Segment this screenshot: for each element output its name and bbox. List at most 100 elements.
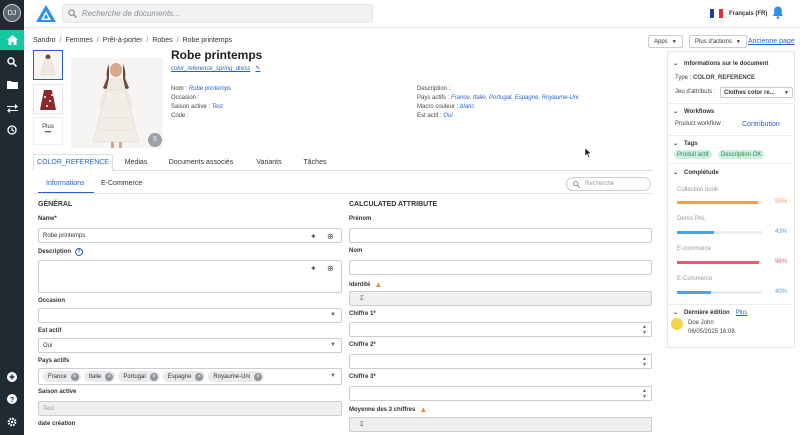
search-icon <box>68 9 77 18</box>
help-circle-icon[interactable]: ? <box>75 248 84 256</box>
workflow-value-link[interactable]: Contribution <box>742 121 780 128</box>
folder-icon[interactable] <box>0 74 24 94</box>
apps-button[interactable]: Apps ▼ <box>648 35 683 48</box>
tab-associated-documents[interactable]: Documents associés <box>159 154 243 171</box>
document-tabs: COLOR_REFERENCE Medias Documents associé… <box>33 154 653 171</box>
ai-sparkle-icon[interactable]: ✦ <box>310 264 317 273</box>
subtab-ecommerce[interactable]: E-Commerce <box>101 180 142 187</box>
last-edit-section-toggle[interactable]: ⌄ Dernière édition Plus <box>673 309 748 317</box>
type-row: Type : COLOR_REFERENCE <box>675 75 756 81</box>
tab-tasks[interactable]: Tâches <box>295 154 335 171</box>
remove-chip-icon[interactable]: × <box>254 372 263 381</box>
chevron-down-icon: ▼ <box>330 342 336 348</box>
lastname-label: Nom <box>349 248 363 254</box>
history-icon[interactable] <box>0 120 24 140</box>
completeness-section-toggle[interactable]: ⌄ Complétude <box>673 169 719 177</box>
remove-chip-icon[interactable]: × <box>195 372 204 381</box>
settings-gear-icon[interactable] <box>0 412 24 432</box>
editor-avatar <box>671 318 683 330</box>
number1-field[interactable]: ▲ ▼ <box>349 322 652 337</box>
workflows-section-toggle[interactable]: ⌄ Workflows <box>673 108 714 116</box>
completeness-percent: 95% <box>775 199 788 205</box>
field-search-input[interactable]: Recherche <box>566 177 651 191</box>
panel-divider <box>667 304 793 305</box>
breadcrumb: Sandro / Femmes / Prêt-à-porter / Robes / Robe p… <box>33 37 232 44</box>
search-icon[interactable] <box>0 52 24 72</box>
panel-divider <box>667 135 793 136</box>
globe-icon[interactable]: ⊕ <box>327 264 334 273</box>
tab-variants[interactable]: Variants <box>245 154 293 171</box>
old-page-link[interactable]: Ancienne page <box>748 38 795 45</box>
tag-badge: Description OK <box>718 150 765 159</box>
sigma-icon: Σ <box>360 295 364 302</box>
remove-chip-icon[interactable]: × <box>105 372 114 381</box>
tab-color-reference[interactable]: COLOR_REFERENCE <box>33 154 113 171</box>
number3-field[interactable]: ▲ ▼ <box>349 386 652 401</box>
ai-sparkle-icon[interactable]: ✦ <box>310 232 317 241</box>
home-icon[interactable] <box>0 30 24 50</box>
more-actions-button[interactable]: Plus d'actions ▼ <box>689 35 747 48</box>
occasion-select[interactable]: ▼ <box>38 308 342 323</box>
more-thumbnails-button[interactable]: Plus ••• <box>33 117 63 145</box>
chevron-down-icon: ▼ <box>735 38 741 45</box>
country-chip: Portugal × <box>118 371 160 382</box>
completeness-label: Démo PAL <box>677 216 706 222</box>
help-icon[interactable]: ? <box>0 389 24 409</box>
chevron-down-icon: ▼ <box>671 38 677 45</box>
meta-is-active: Est actif : Oui <box>417 113 453 119</box>
language-selector[interactable]: Français (FR) <box>710 9 767 18</box>
country-chip: Italie × <box>83 371 116 382</box>
identity-field: Σ <box>349 291 652 306</box>
workflow-label: Product workflow : <box>675 121 725 127</box>
number2-field[interactable]: ▲ ▼ <box>349 354 652 369</box>
countries-label: Pays actifs <box>38 358 70 364</box>
document-reference[interactable]: color_reference_spring_dress ✎ <box>171 65 260 72</box>
stepper-icon[interactable]: ▲ ▼ <box>642 356 647 368</box>
breadcrumb-item[interactable]: Femmes <box>66 37 93 44</box>
meta-active-countries: Pays actifs : France, Italie, Portugal, … <box>417 95 579 101</box>
app-logo-icon[interactable] <box>36 5 56 24</box>
notification-bell-icon[interactable] <box>772 6 784 21</box>
stepper-icon[interactable]: ▲ ▼ <box>642 324 647 336</box>
number3-label: Chiffre 3* <box>349 374 376 380</box>
tags-section-toggle[interactable]: ⌄ Tags <box>673 140 698 148</box>
completeness-label: E-Commerce <box>677 276 713 282</box>
tab-medias[interactable]: Medias <box>115 154 157 171</box>
meta-macro-color: Macro couleur : blanc <box>417 104 475 110</box>
add-icon[interactable] <box>0 367 24 387</box>
transfer-icon[interactable] <box>0 98 24 118</box>
calculated-section-heading: CALCULATED ATTRIBUTE <box>349 201 438 208</box>
edit-pencil-icon[interactable]: ✎ <box>255 66 260 72</box>
attribute-set-select[interactable]: Clothes color re... ▼ <box>720 87 793 98</box>
thumbnail-dress-red[interactable] <box>33 84 63 114</box>
globe-icon[interactable]: ⊕ <box>327 232 334 241</box>
country-chip: France × <box>43 371 81 382</box>
remove-chip-icon[interactable]: × <box>149 372 158 381</box>
season-label: Saison active <box>38 389 77 395</box>
user-avatar[interactable]: DJ <box>3 4 21 22</box>
breadcrumb-item[interactable]: Prêt-à-porter <box>103 37 143 44</box>
description-field[interactable]: ✦ ⊕ <box>38 260 342 293</box>
completeness-percent: 40% <box>775 289 788 295</box>
active-select[interactable]: Oui ▼ <box>38 338 342 353</box>
document-search-input[interactable]: Recherche de documents... <box>62 4 373 23</box>
search-placeholder: Recherche de documents... <box>82 9 180 18</box>
lastname-field[interactable] <box>349 260 652 275</box>
name-label: Name* <box>38 216 57 222</box>
info-section-toggle[interactable]: ⌄ Informations sur le document <box>673 60 768 68</box>
breadcrumb-item[interactable]: Sandro <box>33 37 56 44</box>
stepper-icon[interactable]: ▲ ▼ <box>642 388 647 400</box>
remove-chip-icon[interactable]: × <box>70 372 79 381</box>
thumbnail-dress-white[interactable] <box>33 50 63 80</box>
firstname-field[interactable] <box>349 228 652 243</box>
subtab-divider <box>33 193 653 194</box>
svg-text:?: ? <box>10 397 14 404</box>
name-field[interactable]: Robe printemps ✦ ⊕ <box>38 228 342 243</box>
countries-multiselect[interactable]: France × Italie × Portugal × Espagne × Royau… <box>38 368 342 385</box>
subtab-informations[interactable]: Informations <box>46 180 85 187</box>
completeness-percent: 96% <box>775 259 788 265</box>
chevron-down-icon: ⌄ <box>673 141 679 147</box>
image-count-badge[interactable]: 5 <box>148 133 162 147</box>
breadcrumb-item[interactable]: Robes <box>152 37 172 44</box>
last-edit-more-link[interactable]: Plus <box>736 310 748 316</box>
